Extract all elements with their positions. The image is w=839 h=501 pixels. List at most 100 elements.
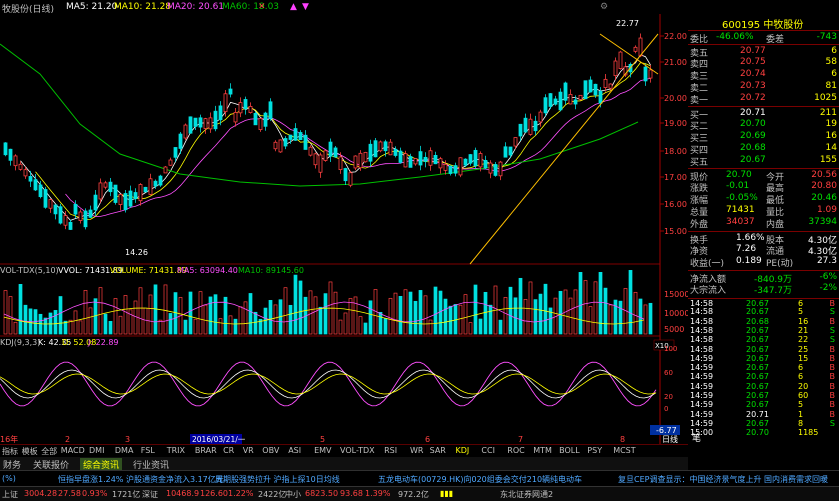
candle-body: [648, 69, 653, 79]
stat-value: 71431: [726, 205, 755, 215]
trend-line[interactable]: [469, 33, 659, 265]
candle-body: [523, 117, 528, 133]
candle-body: [638, 37, 643, 57]
arrow-down-icon[interactable]: ▼: [302, 2, 309, 12]
indicator-tab[interactable]: OBV: [262, 446, 279, 455]
volume-bar: [113, 298, 118, 335]
tick-volume: 6: [798, 372, 804, 382]
volume-bar: [448, 305, 453, 335]
sell-level-price: 20.77: [740, 46, 766, 56]
candle-body: [268, 101, 273, 119]
stat-label: 收益(一): [690, 259, 725, 269]
ticker-news-item[interactable]: 五龙电动车(00729.HK)向020组委会交付210辆纯电动车: [378, 474, 582, 485]
stat-value: 7.26: [736, 244, 757, 254]
tick-direction: S: [829, 418, 835, 428]
indicator-tab[interactable]: 全部: [41, 446, 57, 457]
volume-bar: [133, 300, 138, 335]
tick-direction: S: [829, 335, 835, 345]
stat-value: 20.46: [811, 193, 837, 203]
indicator-tab[interactable]: RSI: [384, 446, 397, 455]
kline-chart-svg[interactable]: 22.00 21.00 20.00 19.00 18.00 17.00 16.00 15.00…: [0, 14, 689, 444]
volume-bar: [353, 296, 358, 335]
indicator-tab[interactable]: TRIX: [167, 446, 185, 455]
kdj-last-value: -6.77: [656, 426, 677, 435]
quote-panel: 600195 中牧股份 委比 -46.06% 委差 -743 笔 卖五 20.77…: [688, 14, 839, 444]
tick-time: 14:59: [690, 400, 714, 410]
period-label[interactable]: 日线: [662, 434, 678, 444]
ticker-news-item[interactable]: 恒指早盘涨1.24% 沪股通资金净流入3.17亿元: [58, 474, 224, 485]
volume-axis-15000: 15000: [664, 290, 688, 299]
candle-body: [63, 215, 68, 226]
sell-level-row: 卖一 20.72 1025: [688, 92, 839, 106]
ticker-news-item[interactable]: 周期股强势拉升 沪指上探10日均线: [215, 474, 340, 485]
indicator-tab[interactable]: MCST: [613, 446, 635, 455]
date-label-jul: 7: [518, 435, 523, 444]
volume-bar: [98, 287, 103, 335]
indicator-tab[interactable]: FSL: [141, 446, 155, 455]
stat-value: 37394: [808, 217, 837, 227]
volume-bar: [443, 298, 448, 335]
close-icon[interactable]: ✕: [258, 2, 266, 12]
chart-area[interactable]: 22.00 21.00 20.00 19.00 18.00 17.00 16.00 15.00…: [0, 14, 689, 444]
volume-bar: [13, 321, 18, 335]
indicator-tab[interactable]: PSY: [587, 446, 602, 455]
arrow-up-icon[interactable]: ▲: [290, 2, 297, 12]
indicator-tab[interactable]: 模板: [22, 446, 38, 457]
ma20-label: MA20: 20.61: [167, 2, 225, 12]
indicator-tab[interactable]: MTM: [533, 446, 552, 455]
indicator-tab[interactable]: DMA: [115, 446, 134, 455]
indicator-tab[interactable]: KDJ: [456, 446, 470, 455]
volume-bar: [263, 307, 268, 335]
indicator-tab[interactable]: MACD: [61, 446, 85, 455]
volume-bar: [358, 316, 363, 335]
candle-body: [168, 159, 173, 166]
buy-level-volume: 16: [825, 131, 837, 141]
indicator-tab[interactable]: ASI: [288, 446, 301, 455]
ticker-news-item[interactable]: (%): [2, 474, 16, 483]
indicator-tab[interactable]: BOLL: [559, 446, 580, 455]
indicator-tab[interactable]: BRAR: [195, 446, 217, 455]
volume-bar: [393, 292, 398, 335]
price-axis-label: 18.00: [664, 147, 687, 156]
indicator-tab[interactable]: VOL-TDX: [340, 446, 375, 455]
indicator-tab[interactable]: SAR: [430, 446, 446, 455]
indicator-tab[interactable]: 指标: [2, 446, 18, 457]
tick-time: 14:58: [690, 316, 714, 326]
candle-body: [323, 150, 328, 161]
stock-title-row: 600195 中牧股份: [688, 14, 839, 31]
candle-body: [613, 60, 618, 77]
candle-body: [288, 134, 293, 140]
indicator-tab[interactable]: ROC: [507, 446, 524, 455]
volume-bar: [513, 297, 518, 335]
volume-bar: [618, 300, 623, 335]
settings-icon[interactable]: ⚙: [600, 2, 608, 12]
candle-body: [178, 133, 183, 149]
buy-level-row: 买五 20.67 155: [688, 154, 839, 168]
volume-bar: [613, 299, 618, 335]
indicator-tab[interactable]: WR: [410, 446, 423, 455]
candle-body: [238, 102, 243, 114]
tick-direction: B: [829, 316, 836, 326]
volume-bar: [198, 291, 203, 335]
candle-body: [53, 204, 58, 215]
indicator-tab[interactable]: CR: [223, 446, 234, 455]
candle-body: [163, 166, 168, 174]
candle-body: [303, 134, 308, 150]
ticker-news-item[interactable]: 复旦CEP调查显示：中国经济景气度上升 国内消费需求回暖: [618, 474, 828, 485]
candle-body: [203, 118, 208, 129]
quote-stat-row: 外盘 34037 内盘 37394: [688, 216, 839, 230]
stat-value: -0.05%: [726, 193, 758, 203]
candle-body: [73, 203, 78, 215]
candle-body: [313, 153, 318, 166]
indicator-tab[interactable]: DMI: [89, 446, 104, 455]
indicator-tab[interactable]: EMV: [314, 446, 331, 455]
sh-amount: 1721亿: [112, 490, 141, 499]
indicator-tab[interactable]: CCI: [481, 446, 495, 455]
candle-body: [98, 182, 103, 200]
indicator-tab[interactable]: VR: [243, 446, 254, 455]
tick-price: 20.67: [746, 400, 769, 410]
tick-time: 14:59: [690, 391, 714, 400]
zx-label: 中小: [285, 490, 301, 499]
candle-body: [278, 139, 283, 153]
candle-body: [448, 165, 453, 174]
